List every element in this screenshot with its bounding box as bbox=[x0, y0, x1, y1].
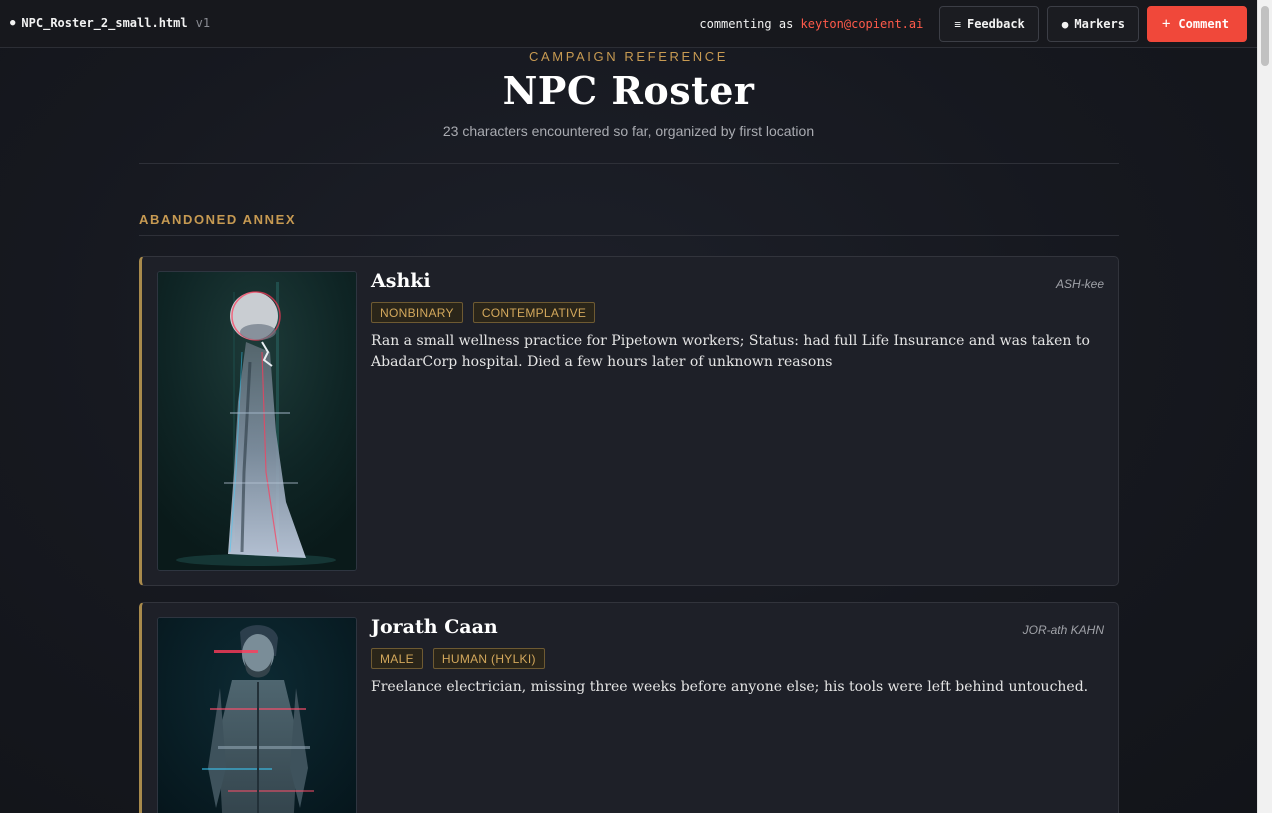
npc-portrait-ashki bbox=[157, 271, 357, 571]
page-scrollbar[interactable] bbox=[1257, 0, 1272, 813]
npc-tags: NONBINARY CONTEMPLATIVE bbox=[371, 302, 605, 323]
section-divider bbox=[139, 235, 1119, 236]
header-divider bbox=[139, 163, 1119, 164]
npc-tags: MALE HUMAN (HYLKI) bbox=[371, 648, 555, 669]
npc-tag: CONTEMPLATIVE bbox=[472, 302, 596, 323]
add-comment-button-label: Comment bbox=[1178, 17, 1229, 31]
npc-tag: MALE bbox=[371, 648, 423, 669]
npc-tag: HUMAN (HYLKI) bbox=[432, 648, 545, 669]
npc-portrait-jorath bbox=[157, 617, 357, 813]
npc-name: Jorath Caan bbox=[371, 616, 498, 638]
dot-icon: ● bbox=[1061, 17, 1069, 31]
npc-tag: NONBINARY bbox=[371, 302, 463, 323]
npc-card: Ashki ASH-kee NONBINARY CONTEMPLATIVE Ra… bbox=[139, 256, 1119, 586]
add-comment-button[interactable]: + Comment bbox=[1146, 6, 1247, 42]
markers-button-label: Markers bbox=[1074, 17, 1125, 31]
page-eyebrow: CAMPAIGN REFERENCE bbox=[529, 49, 728, 64]
scrollbar-thumb[interactable] bbox=[1261, 6, 1269, 66]
feedback-button-label: Feedback bbox=[966, 17, 1025, 31]
feedback-button[interactable]: ≡ Feedback bbox=[939, 6, 1039, 42]
man-glitch-portrait-icon bbox=[158, 618, 356, 813]
npc-description: Freelance electrician, missing three wee… bbox=[371, 679, 1089, 695]
section-heading: ABANDONED ANNEX bbox=[139, 212, 297, 227]
file-name: NPC_Roster_2_small.html bbox=[21, 16, 188, 30]
toolbar-actions: commenting as keyton@copient.ai ≡ Feedba… bbox=[699, 6, 1247, 42]
page: ● NPC_Roster_2_small.html v1 commenting … bbox=[0, 0, 1257, 813]
npc-description: Ran a small wellness practice for Pipeto… bbox=[371, 333, 1090, 370]
file-indicator: ● NPC_Roster_2_small.html v1 bbox=[10, 16, 210, 30]
file-version: v1 bbox=[195, 16, 211, 30]
markers-button[interactable]: ● Markers bbox=[1046, 6, 1139, 42]
comment-toolbar: ● NPC_Roster_2_small.html v1 commenting … bbox=[0, 0, 1257, 48]
commenting-as: commenting as keyton@copient.ai bbox=[699, 17, 923, 31]
npc-name: Ashki bbox=[371, 270, 431, 292]
npc-card: Jorath Caan JOR-ath KAHN MALE HUMAN (HYL… bbox=[139, 602, 1119, 813]
plus-icon: + bbox=[1161, 16, 1171, 32]
page-subtitle: 23 characters encountered so far, organi… bbox=[442, 123, 815, 139]
page-title: NPC Roster bbox=[502, 68, 755, 113]
npc-pronunciation: ASH-kee bbox=[1055, 277, 1104, 291]
commenting-prefix: commenting as bbox=[699, 17, 794, 31]
file-status-icon: ● bbox=[10, 18, 16, 28]
hooded-figure-portrait-icon bbox=[158, 272, 356, 570]
commenting-user: keyton@copient.ai bbox=[800, 17, 924, 31]
list-icon: ≡ bbox=[954, 17, 961, 31]
npc-pronunciation: JOR-ath KAHN bbox=[1022, 623, 1104, 637]
